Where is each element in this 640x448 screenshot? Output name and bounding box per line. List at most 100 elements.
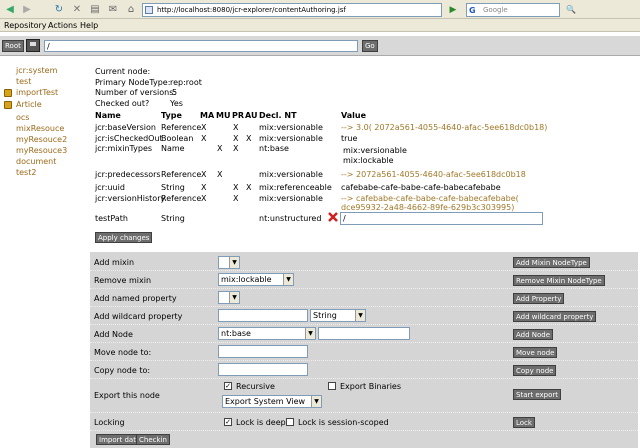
save-icon[interactable]: [26, 39, 40, 52]
home-icon[interactable]: ⌂: [124, 3, 138, 16]
cell-type: Reference: [161, 194, 202, 203]
lock-deep-label: Lock is deep: [236, 418, 286, 427]
export-view-select[interactable]: Export System View ▼: [222, 395, 322, 408]
copy-node-input[interactable]: [218, 363, 308, 376]
go-arrow-icon[interactable]: ▶: [444, 3, 462, 17]
mail-icon[interactable]: ✉: [106, 3, 120, 16]
copy-node-button[interactable]: Copy node: [513, 365, 557, 376]
url-input[interactable]: http://localhost:8080/jcr-explorer/conte…: [142, 3, 442, 17]
primary-type-value: rep:root: [170, 78, 202, 87]
chevron-down-icon: ▼: [229, 292, 239, 303]
cell-pr: X: [233, 183, 239, 192]
cell-ma: X: [201, 183, 207, 192]
chevron-down-icon: ▼: [355, 310, 365, 321]
cell-mu: X: [217, 144, 223, 153]
menu-help[interactable]: Help: [80, 19, 98, 32]
wildcard-name-input[interactable]: [218, 309, 308, 322]
cell-type: Reference: [161, 170, 202, 179]
cell-name: jcr:isCheckedOut: [95, 134, 163, 143]
cell-name: jcr:baseVersion: [95, 123, 156, 132]
lock-session-checkbox[interactable]: [286, 418, 294, 426]
cell-decl: mix:versionable: [259, 194, 323, 203]
actions-form: Add mixin ▼ Add Mixin NodeType Remove mi…: [90, 252, 638, 448]
add-mixin-select[interactable]: ▼: [218, 256, 240, 269]
add-wildcard-button[interactable]: Add wildcard property: [513, 311, 597, 322]
cell-mu: X: [217, 170, 223, 179]
lock-icon: [4, 101, 12, 109]
tree-item[interactable]: test2: [16, 168, 36, 177]
wildcard-type-selected: String: [313, 311, 337, 320]
add-property-button[interactable]: Add Property: [513, 293, 565, 304]
path-input[interactable]: /: [44, 40, 358, 52]
menu-repository[interactable]: Repository: [4, 19, 47, 32]
node-type-selected: nt:base: [221, 329, 251, 338]
tree-item[interactable]: mixResouce: [16, 124, 64, 133]
reload-icon[interactable]: ↻: [52, 3, 66, 16]
row-add-node: Add Node nt:base ▼ Add Node: [90, 325, 638, 343]
cell-value: mix:versionable: [343, 146, 407, 155]
col-header: Decl. NT: [259, 111, 297, 120]
recursive-checkbox[interactable]: ✓: [224, 382, 232, 390]
lock-deep-checkbox[interactable]: ✓: [224, 418, 232, 426]
checkin-button[interactable]: Checkin: [136, 434, 170, 445]
value-input[interactable]: /: [340, 212, 543, 225]
move-node-input[interactable]: [218, 345, 308, 358]
cell-type: Reference: [161, 123, 202, 132]
copy-node-label: Copy node to:: [94, 366, 151, 375]
cell-pr: X: [233, 123, 239, 132]
cell-decl: mix:versionable: [259, 170, 323, 179]
search-input[interactable]: G Google: [466, 3, 560, 17]
root-button[interactable]: Root: [2, 40, 24, 52]
apply-changes-button[interactable]: Apply changes: [95, 232, 153, 243]
move-node-button[interactable]: Move node: [513, 347, 558, 358]
chevron-down-icon: ▼: [311, 396, 321, 407]
start-export-button[interactable]: Start export: [513, 389, 561, 400]
menu-actions[interactable]: Actions: [48, 19, 77, 32]
cell-ma: X: [201, 194, 207, 203]
cell-au: X: [246, 183, 252, 192]
tree-item[interactable]: myResouce3: [16, 146, 67, 155]
add-node-button[interactable]: Add Node: [513, 329, 554, 340]
cell-name: jcr:predecessors: [95, 170, 161, 179]
search-go-icon[interactable]: 🔍: [564, 3, 578, 16]
locking-label: Locking: [94, 418, 125, 427]
col-header: Value: [341, 111, 367, 120]
cell-value-link[interactable]: --> 3.0( 2072a561-4055-4640-afac-5ee618d…: [341, 123, 547, 133]
cell-name: jcr:versionHistory: [95, 194, 166, 203]
cell-value-2: mix:lockable: [343, 156, 394, 165]
stop-icon[interactable]: ✕: [70, 3, 84, 16]
wildcard-type-select[interactable]: String ▼: [310, 309, 366, 322]
add-node-label: Add Node: [94, 330, 133, 339]
tree-item[interactable]: Article: [16, 100, 42, 109]
print-icon[interactable]: ▤: [88, 3, 102, 16]
cell-pr: X: [233, 144, 239, 153]
tree-item[interactable]: test: [16, 77, 31, 86]
delete-icon[interactable]: [327, 211, 339, 223]
row-move-node: Move node to: Move node: [90, 343, 638, 361]
go-button[interactable]: Go: [362, 40, 378, 52]
add-named-select[interactable]: ▼: [218, 291, 240, 304]
node-tree: jcr:system test importTest Article ocs m…: [0, 62, 90, 448]
tree-item[interactable]: importTest: [16, 88, 58, 97]
node-type-select[interactable]: nt:base ▼: [218, 327, 316, 340]
export-binaries-checkbox[interactable]: [328, 382, 336, 390]
tree-item[interactable]: jcr:system: [16, 66, 57, 75]
tree-item[interactable]: ocs: [16, 113, 29, 122]
remove-mixin-button[interactable]: Remove Mixin NodeType: [513, 275, 605, 286]
row-export: Export this node ✓ Recursive Export Bina…: [90, 379, 638, 413]
tree-item[interactable]: document: [16, 157, 56, 166]
node-name-input[interactable]: [318, 327, 410, 340]
back-icon[interactable]: ◀: [3, 3, 17, 16]
forward-icon[interactable]: ▶: [20, 3, 34, 16]
row-add-mixin: Add mixin ▼ Add Mixin NodeType: [90, 252, 638, 271]
tree-item[interactable]: myResouce2: [16, 135, 67, 144]
cell-type: String: [161, 214, 185, 223]
cell-value-link[interactable]: --> 2072a561-4055-4640-afac-5ee618dc0b18: [341, 170, 526, 180]
versions-label: Number of versions:: [95, 88, 177, 97]
remove-mixin-select[interactable]: mix:lockable ▼: [218, 273, 294, 286]
search-placeholder: Google: [483, 6, 508, 14]
add-mixin-button[interactable]: Add Mixin NodeType: [513, 257, 590, 268]
lock-button[interactable]: Lock: [513, 417, 535, 428]
add-named-label: Add named property: [94, 294, 177, 303]
versions-value: 5: [172, 88, 178, 97]
